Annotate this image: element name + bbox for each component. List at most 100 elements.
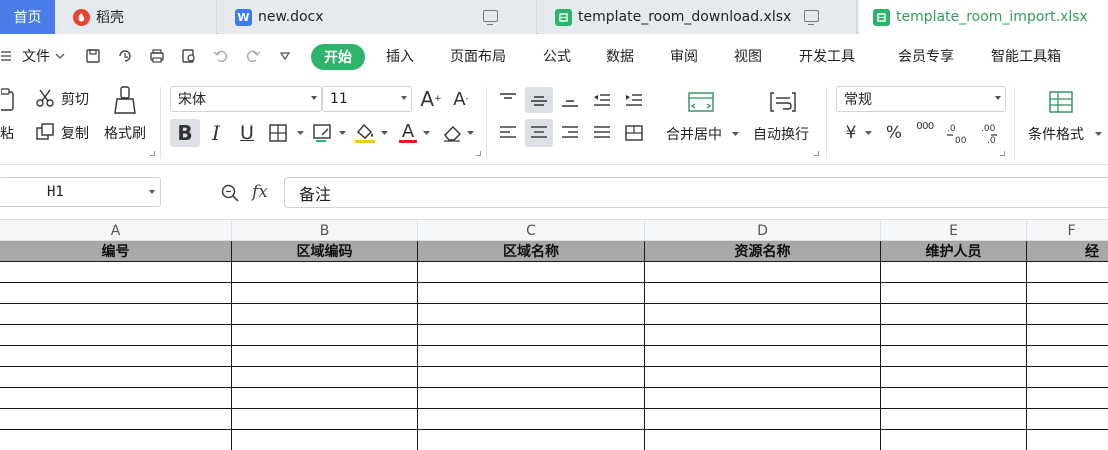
table-cell[interactable] [645, 283, 881, 304]
menu-review[interactable]: 审阅 [670, 46, 698, 66]
table-cell[interactable] [0, 283, 232, 304]
table-cell[interactable] [881, 388, 1027, 409]
header-cell[interactable]: 区域名称 [418, 241, 645, 262]
chevron-down-icon[interactable] [51, 47, 69, 65]
italic-button[interactable]: I [205, 119, 227, 147]
table-cell[interactable] [645, 430, 881, 450]
align-middle-icon[interactable] [525, 87, 553, 113]
menu-data[interactable]: 数据 [606, 46, 634, 66]
table-cell[interactable] [418, 346, 645, 367]
format-painter-label[interactable]: 格式刷 [104, 123, 146, 143]
wrap-text-label[interactable]: 自动换行 [753, 124, 809, 144]
table-cell[interactable] [881, 346, 1027, 367]
undo-icon[interactable] [212, 47, 230, 65]
header-cell[interactable]: 经 [1027, 241, 1108, 262]
table-cell[interactable] [0, 367, 232, 388]
eraser-icon[interactable] [440, 121, 464, 145]
align-top-icon[interactable] [494, 87, 522, 113]
header-cell[interactable]: 编号 [0, 241, 232, 262]
paste-label[interactable]: 粘 [0, 123, 14, 143]
alignment-launcher-icon[interactable] [814, 151, 819, 156]
table-cell[interactable] [645, 325, 881, 346]
fill-color-icon[interactable] [352, 119, 378, 145]
bold-button[interactable]: B [170, 119, 200, 147]
font-size-select[interactable]: 11 [322, 86, 412, 112]
column-header-c[interactable]: C [418, 220, 645, 241]
table-cell[interactable] [232, 304, 418, 325]
menu-file[interactable]: 文件 [22, 46, 50, 66]
merge-center-label[interactable]: 合并居中 [666, 124, 722, 144]
table-cell[interactable] [0, 325, 232, 346]
align-center-icon[interactable] [525, 119, 553, 147]
chevron-down-icon[interactable] [380, 121, 388, 145]
table-cell[interactable] [645, 388, 881, 409]
clipboard-launcher-icon[interactable] [150, 151, 155, 156]
header-cell[interactable]: 维护人员 [881, 241, 1027, 262]
scissors-icon[interactable] [34, 87, 56, 109]
tab-new-docx[interactable]: W new.docx [219, 0, 537, 34]
menu-member[interactable]: 会员专享 [898, 46, 954, 66]
chevron-down-icon[interactable] [466, 121, 474, 145]
table-cell[interactable] [881, 367, 1027, 388]
menu-formulas[interactable]: 公式 [543, 46, 571, 66]
table-cell[interactable] [418, 283, 645, 304]
table-cell[interactable] [418, 304, 645, 325]
header-cell[interactable]: 区域编码 [232, 241, 418, 262]
chevron-down-icon[interactable] [1094, 129, 1102, 139]
copy-label[interactable]: 复制 [61, 123, 89, 143]
table-cell[interactable] [1027, 409, 1108, 430]
table-cell[interactable] [645, 409, 881, 430]
table-cell[interactable] [1027, 304, 1108, 325]
table-cell[interactable] [1027, 262, 1108, 283]
border-icon[interactable] [266, 121, 290, 145]
column-header-f[interactable]: F [1027, 220, 1108, 241]
table-cell[interactable] [0, 346, 232, 367]
table-cell[interactable] [881, 430, 1027, 450]
conditional-format-icon[interactable] [1044, 87, 1078, 117]
table-cell[interactable] [881, 262, 1027, 283]
redo-icon[interactable] [244, 47, 262, 65]
chevron-down-icon[interactable] [338, 121, 346, 145]
conditional-format-label[interactable]: 条件格式 [1028, 124, 1084, 144]
menu-page-layout[interactable]: 页面布局 [450, 46, 506, 66]
number-launcher-icon[interactable] [1000, 151, 1005, 156]
chevron-down-icon[interactable] [422, 121, 430, 145]
align-left-icon[interactable] [494, 119, 522, 147]
table-cell[interactable] [232, 367, 418, 388]
copy-icon[interactable] [34, 121, 56, 143]
menu-smart-toolbox[interactable]: 智能工具箱 [991, 46, 1061, 66]
justify-icon[interactable] [588, 119, 616, 147]
table-cell[interactable] [881, 283, 1027, 304]
table-cell[interactable] [881, 325, 1027, 346]
increase-font-icon[interactable]: A + [420, 87, 442, 111]
zoom-icon[interactable] [220, 183, 240, 203]
monitor-icon[interactable] [483, 10, 498, 25]
table-cell[interactable] [0, 430, 232, 450]
table-cell[interactable] [232, 262, 418, 283]
table-cell[interactable] [418, 262, 645, 283]
table-cell[interactable] [418, 367, 645, 388]
table-cell[interactable] [881, 304, 1027, 325]
tab-template-import[interactable]: template_room_import.xlsx [859, 0, 1108, 34]
table-cell[interactable] [418, 325, 645, 346]
menu-start[interactable]: 开始 [311, 44, 365, 70]
table-cell[interactable] [645, 304, 881, 325]
font-launcher-icon[interactable] [476, 151, 481, 156]
table-cell[interactable] [0, 409, 232, 430]
decrease-indent-icon[interactable] [588, 87, 616, 113]
table-cell[interactable] [418, 409, 645, 430]
chevron-down-icon[interactable] [731, 129, 739, 139]
tab-template-download[interactable]: template_room_download.xlsx [539, 0, 857, 34]
table-cell[interactable] [418, 388, 645, 409]
table-cell[interactable] [0, 262, 232, 283]
table-cell[interactable] [0, 304, 232, 325]
customize-icon[interactable] [276, 47, 294, 65]
fx-icon[interactable]: fx [252, 182, 268, 202]
cell-style-icon[interactable] [310, 121, 336, 145]
font-name-select[interactable]: 宋体 [170, 86, 322, 112]
currency-button[interactable]: ¥ [840, 121, 862, 145]
column-header-d[interactable]: D [645, 220, 881, 241]
table-cell[interactable] [232, 409, 418, 430]
column-header-e[interactable]: E [881, 220, 1027, 241]
decrease-decimal-icon[interactable]: .00.0 [976, 119, 1004, 147]
